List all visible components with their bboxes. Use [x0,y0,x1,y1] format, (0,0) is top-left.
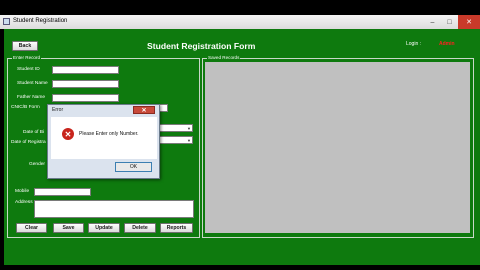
student-name-field[interactable] [52,80,119,88]
student-id-field[interactable] [52,66,119,74]
address-label: Address [15,200,33,205]
student-id-label: Student ID [17,67,40,72]
dob-label: Date of Bi [23,130,45,135]
page-title: Student Registration Form [147,41,256,51]
cnic-label: CNIC/B Form [11,105,40,110]
dialog-title: Error [52,107,64,113]
update-button[interactable]: Update [88,223,120,233]
error-dialog: Error ✕ ✕ Please Enter only Number. OK [47,104,160,179]
error-icon: ✕ [62,128,74,140]
enter-record-legend: Enter Record [12,55,42,61]
mobile-label: Mobile [15,189,30,194]
chevron-down-icon: ▼ [187,126,191,131]
chevron-down-icon: ▼ [187,138,191,143]
address-field[interactable] [34,200,194,218]
window-title: Student Registration [13,18,68,24]
app-icon [3,18,10,25]
mobile-field[interactable] [34,188,91,196]
close-button[interactable]: ✕ [458,15,480,29]
reports-button[interactable]: Reports [160,223,193,233]
ok-button[interactable]: OK [115,162,152,172]
delete-button[interactable]: Delete [124,223,156,233]
save-button[interactable]: Save [53,223,84,233]
back-button[interactable]: Back [12,41,38,51]
father-name-field[interactable] [52,94,119,102]
dialog-close-button[interactable]: ✕ [133,106,155,114]
father-name-label: Father Name [17,95,45,100]
minimize-button[interactable]: – [424,15,441,29]
dialog-body: ✕ Please Enter only Number. [51,117,157,159]
taskbar-strip [0,265,480,270]
window-controls: – □ ✕ [424,15,480,29]
clear-button[interactable]: Clear [16,223,47,233]
saved-records-grid[interactable] [205,62,470,233]
dialog-message: Please Enter only Number. [79,131,139,137]
date-registration-label: Date of Registra [11,140,46,145]
login-user: Admin [439,41,455,47]
maximize-button[interactable]: □ [441,15,458,29]
saved-records-legend: Saved Records [207,55,241,61]
login-label: Login : [406,41,422,47]
student-name-label: Student Name [17,81,48,86]
window-titlebar: Student Registration – □ ✕ [0,15,480,29]
gender-label: Gender [29,162,45,167]
